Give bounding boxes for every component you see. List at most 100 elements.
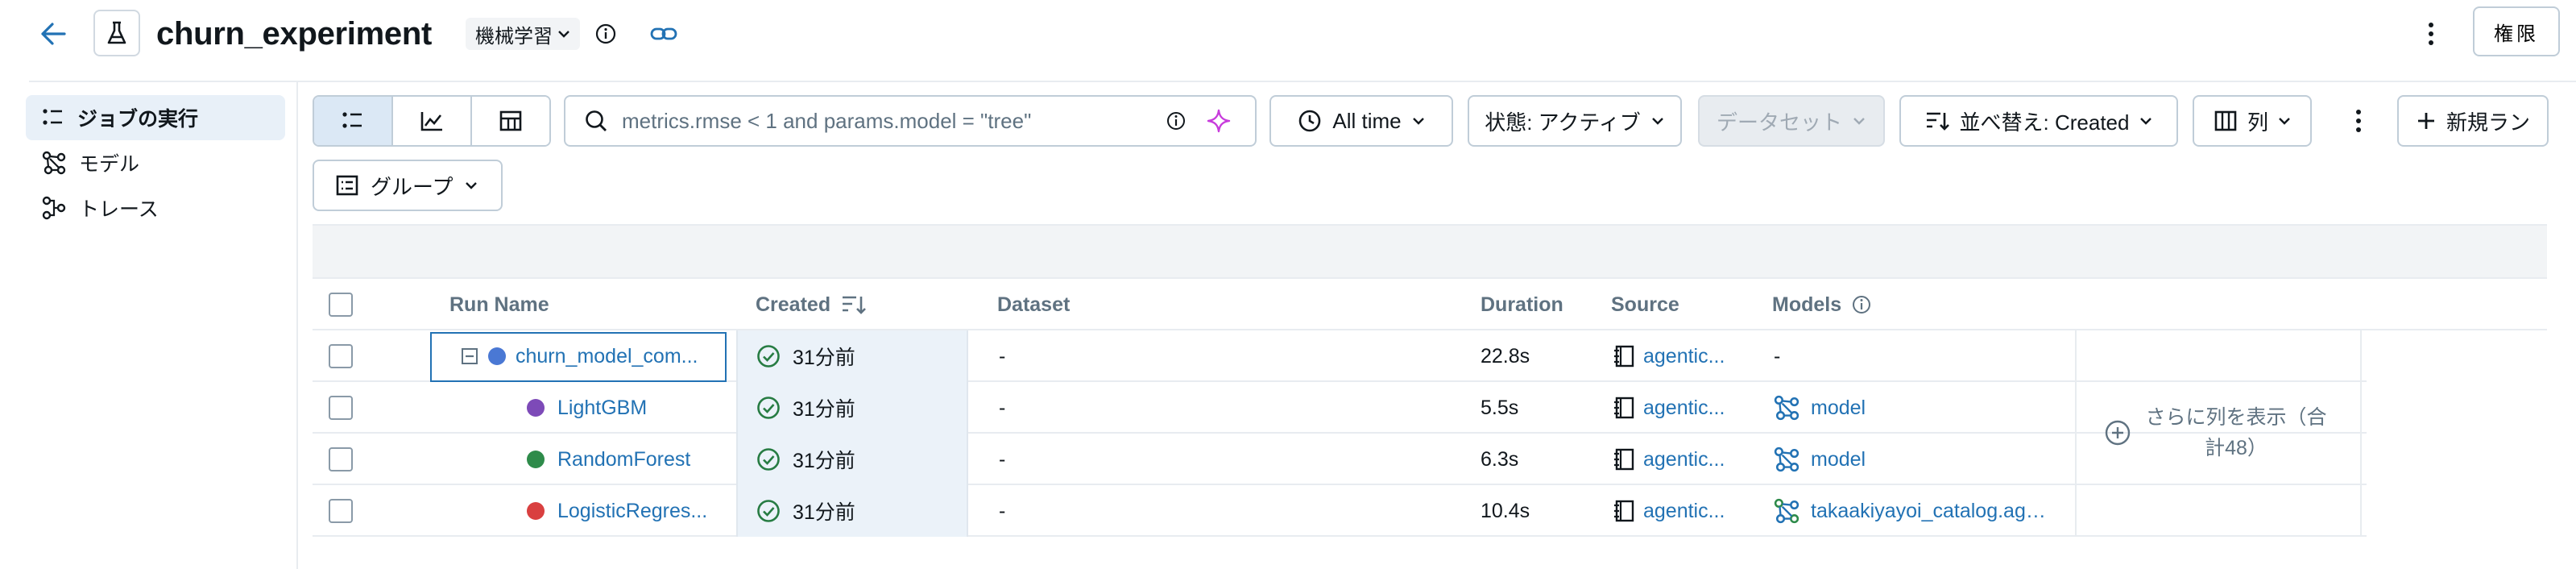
notebook-icon [1614,397,1634,419]
run-name-link[interactable]: churn_model_com... [516,345,702,368]
source-link[interactable]: agentic... [1643,345,1725,368]
columns-dropdown[interactable]: 列 [2193,95,2312,147]
row-checkbox[interactable] [329,447,353,471]
grid-view-button[interactable] [472,97,549,145]
group-list-icon [336,175,358,196]
info-icon[interactable] [1165,110,1187,132]
column-header-duration[interactable]: Duration [1481,279,1563,330]
dataset-value: - [999,447,1006,471]
experiment-type-label: 機械学習 [475,25,553,48]
run-color-dot[interactable] [488,347,506,365]
more-options-icon[interactable] [2415,18,2447,50]
toolbar-more-icon[interactable] [2341,103,2376,139]
sort-label: 並べ替え: Created [1959,110,2130,135]
search-input[interactable]: metrics.rmse < 1 and params.model = "tre… [564,95,1257,147]
model-graph-icon [42,151,66,175]
column-header-source[interactable]: Source [1611,279,1679,330]
chevron-down-icon [1853,118,1865,125]
model-graph-icon [1774,498,1799,524]
link-icon[interactable] [649,21,678,47]
time-filter-dropdown[interactable]: All time [1269,95,1453,147]
table-row[interactable]: LogisticRegres... 31分前 - 10.4s agentic..… [313,485,2367,537]
column-header-label: Created [756,293,831,316]
table-row[interactable]: RandomForest 31分前 - 6.3s agentic... mode… [313,434,2367,485]
created-time: 31分前 [793,501,855,524]
show-more-columns-panel[interactable]: さらに列を表示（合計48） [2075,330,2362,537]
plus-icon [2417,113,2434,129]
table-row[interactable]: churn_model_com... 31分前 - 22.8s agentic.… [313,330,2367,382]
notebook-icon [1614,345,1634,368]
row-checkbox[interactable] [329,344,353,368]
sidebar-item-traces[interactable]: トレース [26,185,285,231]
success-check-icon [757,500,780,522]
source-link[interactable]: agentic... [1643,397,1725,420]
table-view-button[interactable] [314,97,393,145]
column-header-label: Duration [1481,293,1563,316]
column-header-created[interactable]: Created [756,279,868,330]
sidebar-item-label: モデル [79,153,140,176]
success-check-icon [757,345,780,368]
view-mode-toggle [313,95,551,147]
model-link[interactable]: model [1811,448,1866,471]
sidebar-item-label: ジョブの実行 [77,108,199,131]
collapse-icon[interactable] [461,347,478,365]
column-header-dataset[interactable]: Dataset [997,279,1070,330]
model-graph-icon [1774,395,1799,421]
columns-icon [2214,110,2237,131]
sort-descending-icon[interactable] [840,293,868,316]
created-time: 31分前 [793,347,855,369]
notebook-icon [1614,500,1634,522]
sidebar-item-runs[interactable]: ジョブの実行 [26,95,285,140]
duration-value: 6.3s [1481,447,1519,471]
duration-value: 22.8s [1481,344,1530,368]
group-label: グループ [371,174,453,199]
info-icon[interactable] [1851,294,1872,315]
source-link[interactable]: agentic... [1643,500,1725,523]
column-header-label: Run Name [449,293,549,316]
info-icon[interactable] [593,21,619,47]
run-name-link[interactable]: RandomForest [557,448,690,471]
table-header: Run Name Created Dataset Duration Source… [313,279,2547,330]
group-by-dropdown[interactable]: グループ [313,160,503,211]
show-more-columns-label[interactable]: さらに列を表示（合計48） [2139,402,2333,463]
new-run-button[interactable]: 新規ラン [2397,95,2549,147]
model-link[interactable]: takaakiyayoi_catalog.age... [1811,500,2052,523]
chevron-down-icon [558,31,569,38]
back-arrow-icon[interactable] [35,16,71,52]
run-color-dot[interactable] [527,399,545,417]
page-header: churn_experiment 機械学習 権限 [0,0,2576,68]
select-all-checkbox[interactable] [329,279,353,330]
model-link[interactable]: model [1811,397,1866,420]
sort-icon [1926,112,1949,131]
beaker-icon [93,10,140,56]
sort-dropdown[interactable]: 並べ替え: Created [1899,95,2178,147]
source-link[interactable]: agentic... [1643,448,1725,471]
chart-view-button[interactable] [393,97,472,145]
success-check-icon [757,448,780,471]
run-name-link[interactable]: LogisticRegres... [557,500,710,523]
dataset-filter-dropdown[interactable]: データセット [1698,95,1885,147]
new-run-label: 新規ラン [2446,110,2530,135]
ai-sparkle-icon[interactable] [1207,109,1231,133]
run-color-dot[interactable] [527,451,545,468]
add-column-icon [2105,420,2131,446]
sidebar-item-label: トレース [79,198,159,221]
dataset-value: - [999,396,1006,419]
permissions-button[interactable]: 権限 [2473,6,2560,56]
row-checkbox[interactable] [329,499,353,523]
table-row[interactable]: LightGBM 31分前 - 5.5s agentic... model [313,382,2367,434]
checkbox[interactable] [329,293,353,317]
run-name-link[interactable]: LightGBM [557,397,647,420]
state-filter-dropdown[interactable]: 状態: アクティブ [1468,95,1682,147]
table-header-band [313,224,2547,279]
sidebar-item-models[interactable]: モデル [26,140,285,185]
row-checkbox[interactable] [329,396,353,420]
list-icon [43,109,62,125]
column-header-models[interactable]: Models [1772,279,1872,330]
run-color-dot[interactable] [527,502,545,520]
line-chart-icon [420,112,442,131]
chevron-down-icon [1412,118,1424,125]
experiment-type-tag[interactable]: 機械学習 [466,18,580,50]
duration-value: 5.5s [1481,396,1519,419]
column-header-run-name[interactable]: Run Name [449,279,549,330]
